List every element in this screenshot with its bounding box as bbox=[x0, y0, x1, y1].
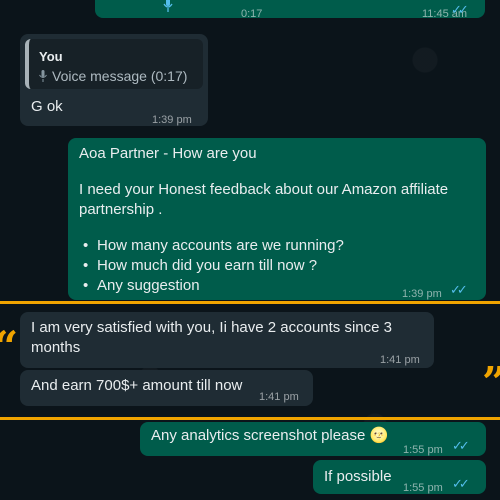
message-time: 1:55 pm bbox=[403, 482, 443, 494]
double-check-icon: ✓✓ bbox=[451, 2, 469, 17]
moon-face-emoji: 🌝 bbox=[369, 427, 389, 444]
list-item: How many accounts are we running? bbox=[79, 236, 459, 256]
question-message-bubble[interactable]: Aoa Partner - How are you I need your Ho… bbox=[68, 138, 486, 300]
message-text: If possible bbox=[324, 468, 392, 485]
message-text-line1: Aoa Partner - How are you bbox=[79, 145, 257, 162]
answer-message-bubble[interactable]: I am very satisfied with you, Ii have 2 … bbox=[20, 312, 434, 368]
message-time: 1:41 pm bbox=[380, 354, 420, 366]
if-possible-bubble[interactable]: If possible 1:55 pm ✓✓ bbox=[313, 460, 486, 494]
microphone-icon bbox=[39, 68, 47, 88]
reply-message-bubble[interactable]: You Voice message (0:17) G ok 1:39 pm bbox=[20, 34, 208, 126]
message-text: I am very satisfied with you, Ii have 2 … bbox=[31, 319, 393, 356]
analytics-request-bubble[interactable]: Any analytics screenshot please 🌝 1:55 p… bbox=[140, 422, 486, 456]
highlight-divider-bottom bbox=[0, 417, 500, 420]
voice-duration: 0:17 bbox=[241, 8, 263, 20]
highlight-divider-top bbox=[0, 301, 500, 304]
quote-mark-icon: “ bbox=[0, 326, 18, 368]
quote-text: Voice message (0:17) bbox=[52, 68, 188, 84]
microphone-icon bbox=[163, 0, 173, 18]
message-time: 1:41 pm bbox=[259, 391, 299, 403]
double-check-icon: ✓✓ bbox=[452, 438, 470, 453]
quote-mark-icon: ” bbox=[482, 362, 500, 404]
message-time: 1:39 pm bbox=[152, 114, 192, 126]
answer-message-bubble[interactable]: And earn 700$+ amount till now 1:41 pm bbox=[20, 370, 313, 406]
quote-author: You bbox=[39, 49, 63, 64]
message-time: 1:55 pm bbox=[403, 444, 443, 456]
quoted-message[interactable]: You Voice message (0:17) bbox=[25, 39, 203, 89]
voice-message-bubble[interactable]: 0:17 11:45 am ✓✓ bbox=[95, 0, 485, 20]
double-check-icon: ✓✓ bbox=[452, 476, 470, 491]
message-text: And earn 700$+ amount till now bbox=[31, 377, 243, 394]
message-text-line2: I need your Honest feedback about our Am… bbox=[79, 181, 449, 218]
message-text: Any analytics screenshot please 🌝 bbox=[151, 427, 389, 444]
double-check-icon: ✓✓ bbox=[450, 282, 468, 297]
message-text: G ok bbox=[31, 98, 63, 115]
list-item: How much did you earn till now ? bbox=[79, 256, 459, 276]
